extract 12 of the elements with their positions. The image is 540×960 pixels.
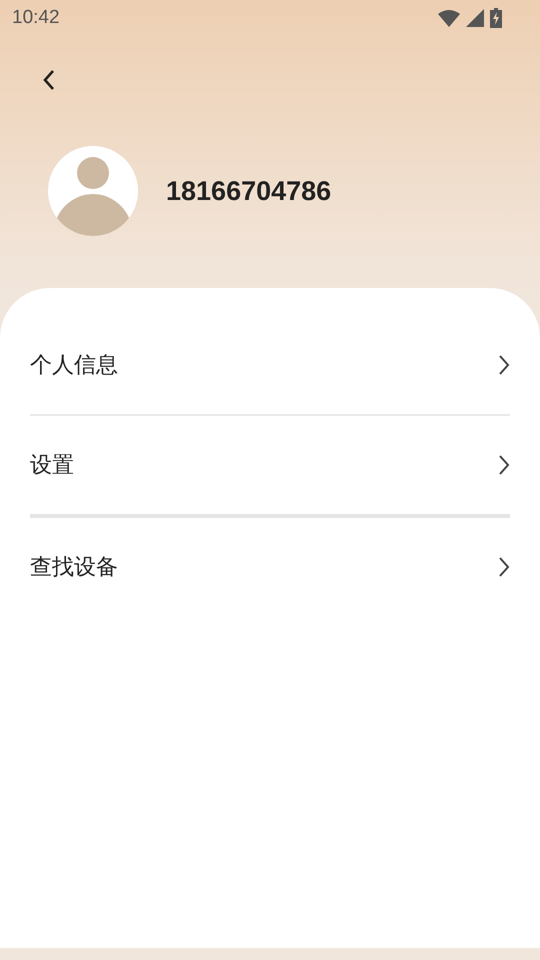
menu-item[interactable]: 设置 bbox=[30, 416, 510, 514]
signal-icon bbox=[466, 9, 484, 27]
wifi-icon bbox=[438, 10, 460, 26]
chevron-icon bbox=[498, 454, 510, 476]
status-time: 10:42 bbox=[12, 7, 60, 29]
menu-item[interactable]: 个人信息 bbox=[30, 316, 510, 414]
menu-item[interactable]: 查找设备 bbox=[30, 518, 510, 616]
chevron-icon bbox=[498, 354, 510, 376]
battery-icon bbox=[490, 8, 502, 28]
avatar-icon bbox=[48, 146, 138, 236]
chevron-icon bbox=[498, 556, 510, 578]
phone-number: 18166704786 bbox=[166, 176, 332, 206]
